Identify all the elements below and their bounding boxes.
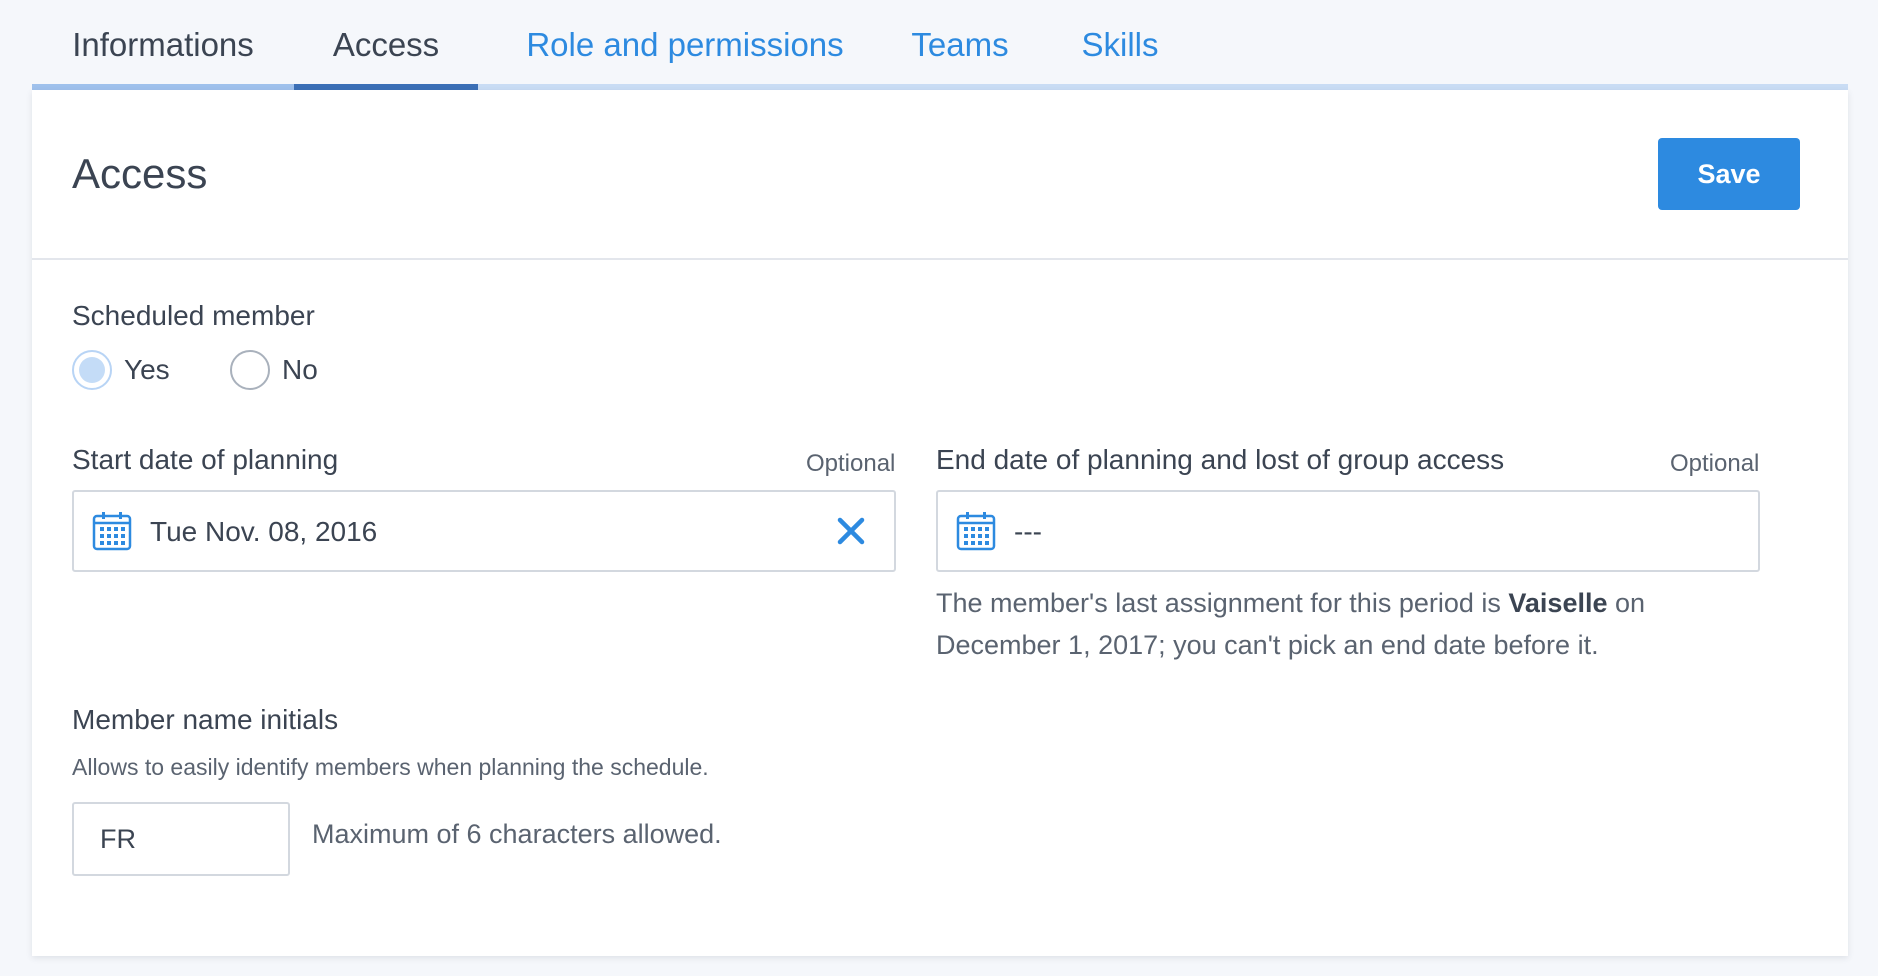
card-header: Access Save: [32, 90, 1848, 260]
tab-teams[interactable]: Teams: [896, 0, 1024, 90]
tab-bar: Informations Access Role and permissions…: [32, 0, 1848, 90]
end-date-input[interactable]: ---: [936, 490, 1760, 572]
tab-informations[interactable]: Informations: [32, 0, 294, 90]
initials-limit-note: Maximum of 6 characters allowed.: [312, 819, 722, 849]
save-button[interactable]: Save: [1658, 138, 1800, 210]
radio-no-label[interactable]: No: [282, 354, 318, 386]
tab-teams-label: Teams: [911, 26, 1009, 63]
radio-yes-label[interactable]: Yes: [124, 354, 170, 386]
tab-skills-label: Skills: [1081, 26, 1159, 63]
tab-access-label: Access: [332, 26, 440, 63]
start-date-optional: Optional: [806, 450, 896, 477]
radio-no[interactable]: [230, 350, 270, 390]
end-date-value: ---: [1014, 516, 1042, 547]
end-date-optional: Optional: [1670, 450, 1760, 477]
tab-skills[interactable]: Skills: [1074, 0, 1166, 90]
calendar-icon: [956, 512, 996, 551]
start-date-input[interactable]: Tue Nov. 08, 2016: [72, 490, 896, 572]
initials-input[interactable]: [72, 802, 290, 876]
radio-yes[interactable]: [72, 350, 112, 390]
page-title: Access: [72, 150, 208, 197]
initials-label: Member name initials: [72, 704, 339, 735]
tab-role-and-permissions[interactable]: Role and permissions: [510, 0, 860, 90]
end-date-help-pre: The member's last assignment for this pe…: [936, 588, 1509, 618]
tab-access[interactable]: Access: [294, 0, 478, 90]
tab-informations-label: Informations: [72, 26, 254, 63]
end-date-help: The member's last assignment for this pe…: [936, 582, 1796, 666]
end-date-label: End date of planning and lost of group a…: [936, 444, 1505, 475]
access-card: Access Save Scheduled member Yes No Star…: [32, 90, 1848, 956]
calendar-icon: [92, 512, 132, 551]
assignment-name: Vaiselle: [1508, 588, 1608, 618]
end-date-help-line2: December 1, 2017; you can't pick an end …: [936, 630, 1599, 660]
tab-role-label: Role and permissions: [526, 26, 844, 63]
end-date-help-post: on: [1607, 588, 1646, 618]
clear-icon[interactable]: [834, 514, 868, 548]
start-date-value: Tue Nov. 08, 2016: [150, 516, 378, 547]
start-date-label: Start date of planning: [72, 444, 339, 475]
scheduled-member-label: Scheduled member: [72, 300, 315, 331]
initials-help: Allows to easily identify members when p…: [72, 754, 709, 780]
